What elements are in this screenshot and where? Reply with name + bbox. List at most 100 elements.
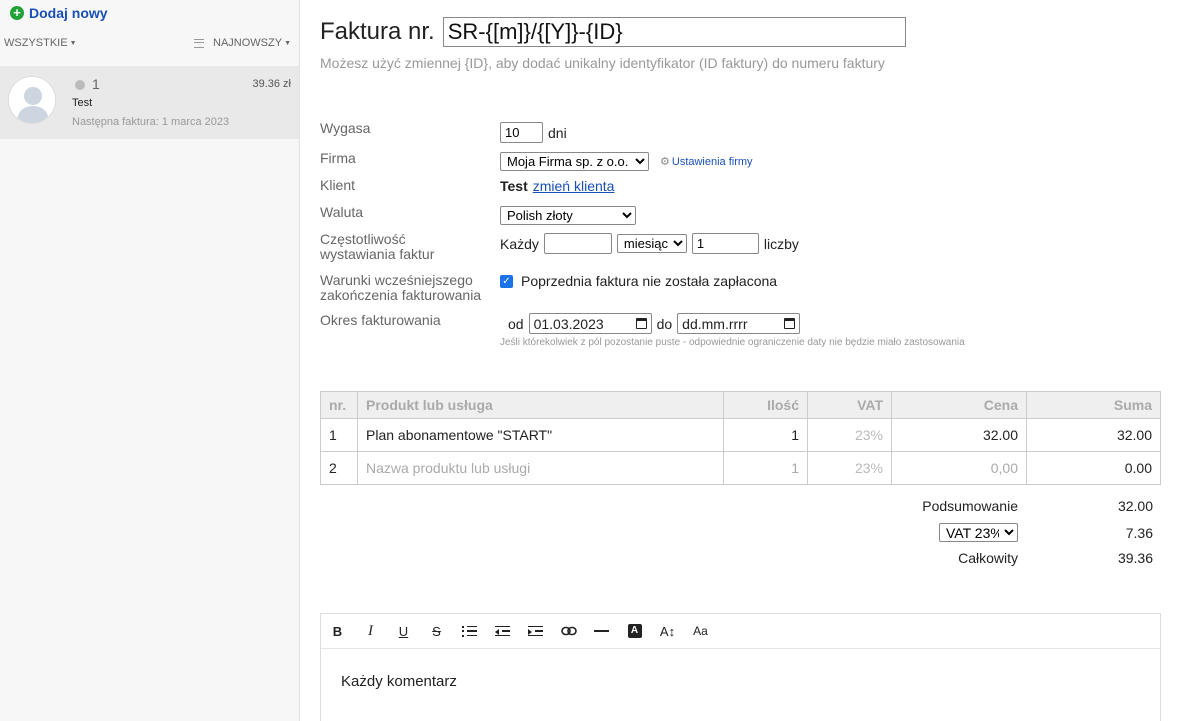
next-invoice-date: Następna faktura: 1 marca 2023 xyxy=(72,116,230,128)
row-vat[interactable]: 23% xyxy=(807,451,892,485)
invoice-list-item[interactable]: 1 39.36 zł Test Następna faktura: 1 marc… xyxy=(0,66,299,139)
row-product-input[interactable]: Nazwa produktu lub usługi xyxy=(357,451,724,485)
currency-select[interactable]: Polish złoty xyxy=(500,206,636,225)
bullet-list-button[interactable] xyxy=(453,614,486,648)
horizontal-rule-button[interactable] xyxy=(585,614,618,648)
editor-toolbar: B I U S A A↕ Aa xyxy=(321,614,1160,649)
expires-days-input[interactable] xyxy=(500,122,543,143)
add-new-button[interactable]: + Dodaj nowy xyxy=(10,5,108,21)
table-row: 2 Nazwa produktu lub usługi 1 23% 0,00 0… xyxy=(320,451,1161,485)
frequency-label-line-1: Częstotliwość xyxy=(320,231,406,247)
billing-period-row: od 01.03.2023 do dd.mm.rrrr xyxy=(508,313,801,334)
frequency-count-input[interactable] xyxy=(691,233,759,254)
vat-rate-select[interactable]: VAT 23% xyxy=(939,523,1018,542)
underline-button[interactable]: U xyxy=(387,614,420,648)
row-sum: 0.00 xyxy=(1026,451,1161,485)
expires-unit: dni xyxy=(548,124,567,141)
calendar-icon[interactable] xyxy=(784,318,796,329)
comment-editor: B I U S A A↕ Aa Każdy komentarz xyxy=(320,613,1161,721)
row-sum: 32.00 xyxy=(1026,418,1161,452)
subtotal-row: Podsumowanie 32.00 xyxy=(818,498,1153,514)
italic-button[interactable]: I xyxy=(354,614,387,648)
total-value: 39.36 xyxy=(1117,550,1153,566)
client-row: Test zmień klienta xyxy=(500,178,614,194)
company-settings-link[interactable]: ⚙ Ustawienia firmy xyxy=(660,155,753,169)
early-end-label-line-2: zakończenia fakturowania xyxy=(320,287,482,303)
row-qty-input[interactable]: 1 xyxy=(723,418,808,452)
expires-row: dni xyxy=(500,122,567,143)
unpaid-invoice-checkbox[interactable]: ✓ xyxy=(500,274,513,288)
gear-icon: ⚙ xyxy=(660,156,670,168)
frequency-label: Częstotliwość wystawiania faktur xyxy=(320,232,490,262)
subtotal-value: 32.00 xyxy=(1117,498,1153,514)
user-silhouette-icon xyxy=(9,77,55,123)
company-settings-label: Ustawienia firmy xyxy=(671,155,753,168)
row-price-input[interactable]: 0,00 xyxy=(891,451,1027,485)
subtotal-label: Podsumowanie xyxy=(922,498,1018,514)
unpaid-invoice-label: Poprzednia faktura nie została zapłacona xyxy=(521,273,778,289)
outdent-icon xyxy=(495,625,510,637)
expires-label: Wygasa xyxy=(320,120,371,136)
add-new-label: Dodaj nowy xyxy=(29,5,108,21)
currency-row: Polish złoty xyxy=(500,206,636,225)
frequency-period-select[interactable]: miesiąc xyxy=(616,234,687,253)
list-icon xyxy=(194,38,204,48)
caret-down-icon: ▼ xyxy=(69,39,77,47)
calendar-icon[interactable] xyxy=(635,318,647,329)
frequency-every-input[interactable] xyxy=(543,233,612,254)
vat-row: VAT 23% 7.36 xyxy=(818,523,1153,542)
col-vat-header: VAT xyxy=(807,391,892,419)
billing-period-note: Jeśli którekolwiek z pól pozostanie pust… xyxy=(500,337,965,348)
early-end-label-line-1: Warunki wcześniejszego xyxy=(320,272,473,288)
bold-button[interactable]: B xyxy=(321,614,354,648)
currency-label: Waluta xyxy=(320,204,364,220)
frequency-suffix: liczby xyxy=(763,235,799,252)
filter-all-dropdown[interactable]: WSZYSTKIE ▼ xyxy=(4,37,77,49)
outdent-button[interactable] xyxy=(486,614,519,648)
indent-button[interactable] xyxy=(519,614,552,648)
link-button[interactable] xyxy=(552,614,585,648)
client-label: Klient xyxy=(320,177,356,193)
col-sum-header: Suma xyxy=(1026,391,1161,419)
billing-period-label: Okres fakturowania xyxy=(320,312,441,328)
sidebar: + Dodaj nowy WSZYSTKIE ▼ NAJNOWSZY ▼ 1 39.… xyxy=(0,0,300,721)
period-to-label: do xyxy=(656,315,673,332)
row-vat[interactable]: 23% xyxy=(807,418,892,452)
bullet-list-icon xyxy=(462,625,477,637)
early-end-label: Warunki wcześniejszego zakończenia faktu… xyxy=(320,273,490,303)
change-client-link[interactable]: zmień klienta xyxy=(533,178,615,194)
row-nr: 1 xyxy=(320,418,358,452)
strikethrough-button[interactable]: S xyxy=(420,614,453,648)
row-price-input[interactable]: 32.00 xyxy=(891,418,1027,452)
invoice-items-table: nr. Produkt lub usługa Ilość VAT Cena Su… xyxy=(320,391,1161,485)
main-content: Faktura nr. Możesz użyć zmiennej {ID}, a… xyxy=(320,0,1161,721)
page-title: Faktura nr. xyxy=(320,18,435,45)
comment-text-area[interactable]: Każdy komentarz xyxy=(321,649,1160,714)
col-qty-header: Ilość xyxy=(723,391,808,419)
invoice-number-input[interactable] xyxy=(442,17,906,47)
total-row: Całkowity 39.36 xyxy=(818,550,1153,566)
sort-dropdown[interactable]: NAJNOWSZY ▼ xyxy=(194,37,291,49)
col-price-header: Cena xyxy=(891,391,1027,419)
period-to-date-input[interactable]: dd.mm.rrrr xyxy=(677,313,801,334)
font-size-button[interactable]: A↕ xyxy=(651,614,684,648)
period-to-value: dd.mm.rrrr xyxy=(682,315,748,332)
client-name: Test xyxy=(500,178,528,194)
caret-down-icon: ▼ xyxy=(284,39,291,47)
font-family-button[interactable]: Aa xyxy=(684,614,717,648)
table-header-row: nr. Produkt lub usługa Ilość VAT Cena Su… xyxy=(320,391,1161,419)
frequency-row: Każdy miesiąc liczby xyxy=(500,233,799,254)
row-product-input[interactable]: Plan abonamentowe "START" xyxy=(357,418,724,452)
filter-bar: WSZYSTKIE ▼ NAJNOWSZY ▼ xyxy=(4,37,291,51)
row-nr: 2 xyxy=(320,451,358,485)
company-select[interactable]: Moja Firma sp. z o.o. xyxy=(500,152,649,171)
company-row: Moja Firma sp. z o.o. ⚙ Ustawienia firmy xyxy=(500,152,753,171)
company-label: Firma xyxy=(320,150,356,166)
period-from-date-input[interactable]: 01.03.2023 xyxy=(528,313,652,334)
font-color-button[interactable]: A xyxy=(618,614,651,648)
row-qty-input[interactable]: 1 xyxy=(723,451,808,485)
invoice-title-row: Faktura nr. xyxy=(320,17,906,47)
frequency-label-line-2: wystawiania faktur xyxy=(320,246,435,262)
col-nr-header: nr. xyxy=(320,391,358,419)
sort-label: NAJNOWSZY xyxy=(213,37,283,49)
